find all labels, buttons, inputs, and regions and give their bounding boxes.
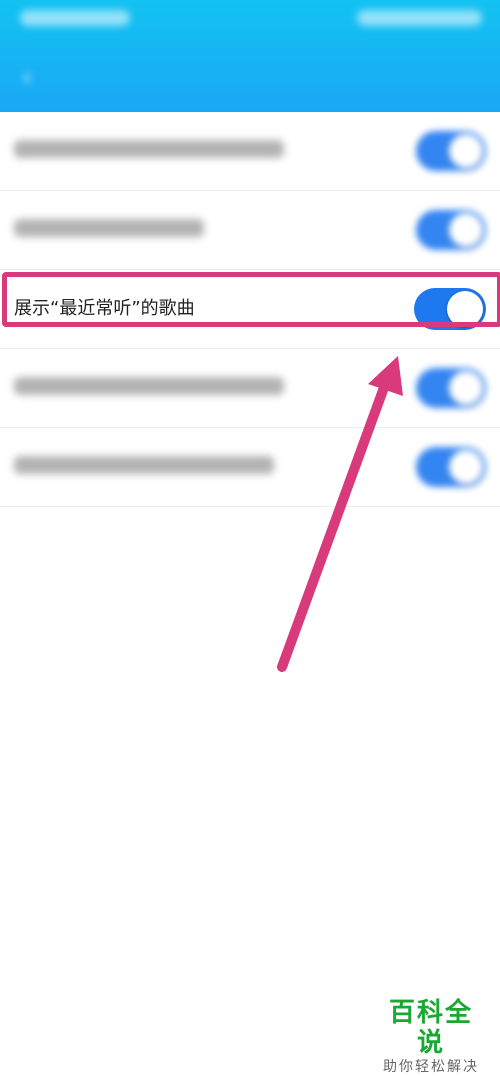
toggle-switch[interactable]	[416, 210, 486, 250]
setting-row[interactable]	[0, 112, 500, 191]
toggle-knob	[449, 213, 483, 247]
setting-row[interactable]	[0, 191, 500, 270]
status-right-info	[357, 10, 482, 26]
toggle-switch[interactable]	[416, 447, 486, 487]
watermark-title: 百科全说	[388, 998, 473, 1058]
status-left-info	[20, 10, 130, 26]
setting-row[interactable]	[0, 349, 500, 428]
toggle-switch[interactable]	[416, 131, 486, 171]
setting-label-recent-songs: 展示“最近常听”的歌曲	[14, 298, 195, 319]
setting-label	[14, 456, 274, 474]
toggle-knob	[449, 134, 483, 168]
page-title	[200, 68, 300, 88]
setting-row-recent-songs[interactable]: 展示“最近常听”的歌曲	[0, 270, 500, 349]
back-button[interactable]: ‹	[12, 62, 42, 92]
status-bar	[0, 0, 500, 40]
setting-label	[14, 219, 204, 237]
toggle-knob	[449, 371, 483, 405]
toggle-switch[interactable]	[416, 368, 486, 408]
toggle-knob	[449, 450, 483, 484]
chevron-left-icon: ‹	[22, 63, 32, 91]
setting-label	[14, 377, 284, 395]
setting-label	[14, 140, 284, 158]
settings-list: 展示“最近常听”的歌曲	[0, 112, 500, 507]
app-header: ‹	[0, 0, 500, 112]
setting-row[interactable]	[0, 428, 500, 507]
watermark: 百科全说 助你轻松解决	[376, 998, 486, 1076]
toggle-switch-recent-songs[interactable]	[414, 288, 486, 330]
watermark-subtitle: 助你轻松解决	[383, 1059, 479, 1075]
toggle-knob	[447, 291, 483, 327]
